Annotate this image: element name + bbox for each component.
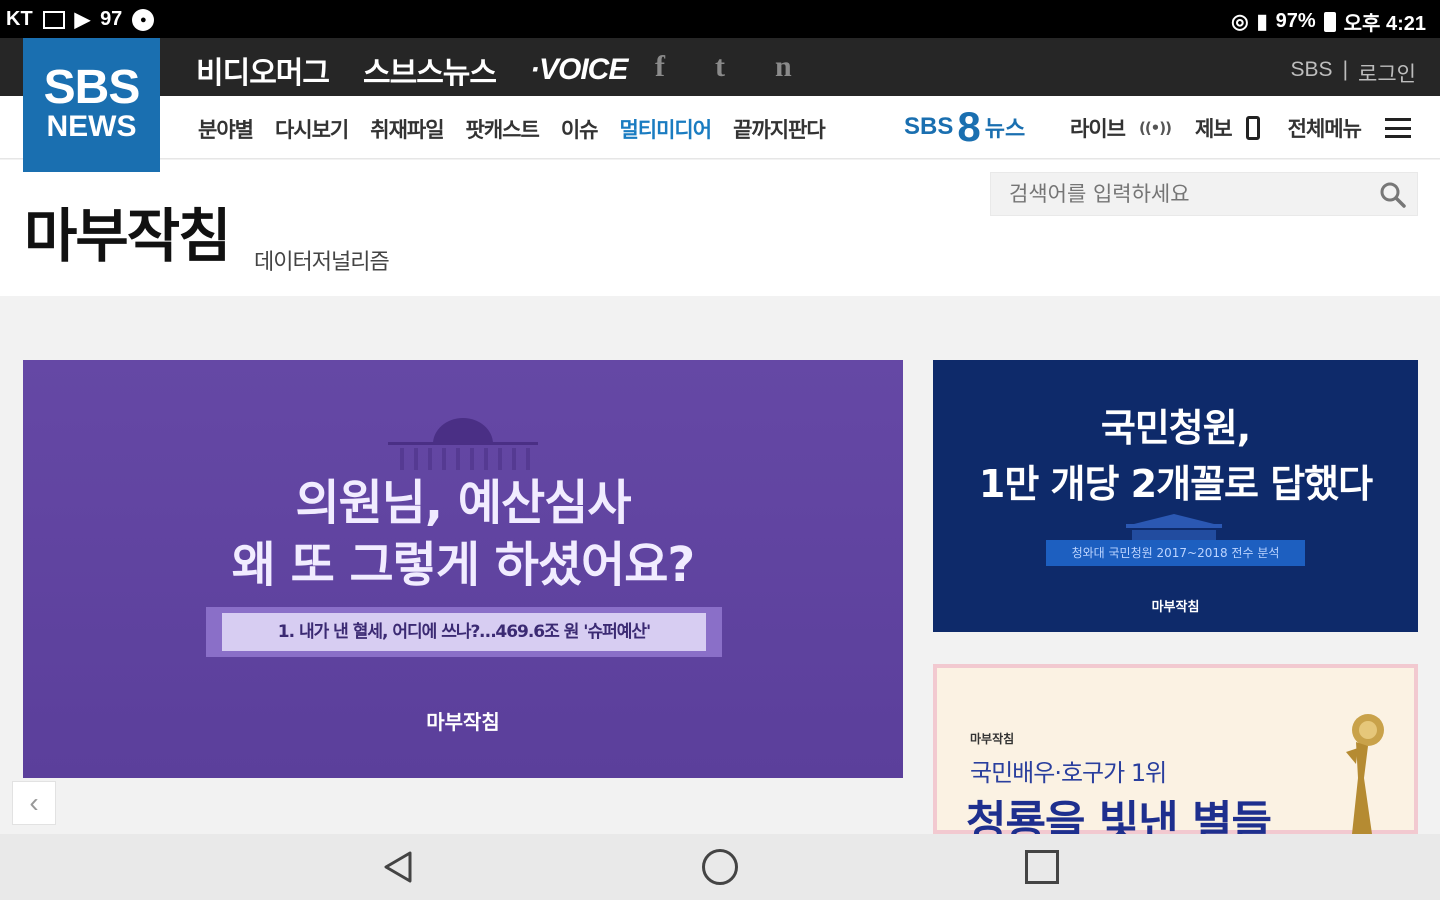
blue-dragon-card-brand: 마부작침 [970, 732, 1015, 746]
facebook-icon[interactable]: f [655, 50, 665, 84]
category-menu: 분야별 다시보기 취재파일 팟캐스트 이슈 멀티미디어 끝까지판다 [198, 114, 826, 144]
live-broadcast-icon[interactable]: ((•)) [1139, 119, 1172, 137]
trophy-icon [1346, 714, 1384, 834]
vibrate-icon: ◎ [1231, 11, 1249, 33]
all-menu-link[interactable]: 전체메뉴 [1288, 113, 1362, 143]
category-multimedia[interactable]: 멀티미디어 [619, 114, 712, 144]
logo-sbs-text: SBS [43, 61, 141, 114]
category-issue[interactable]: 이슈 [561, 114, 599, 144]
naver-post-icon[interactable]: n [775, 50, 792, 84]
battery-label: 97% [1275, 10, 1316, 32]
carrier-label: KT [6, 8, 33, 30]
petition-card-brand: 마부작침 [1151, 600, 1200, 615]
blue-house-icon [1126, 514, 1222, 540]
category-investigation[interactable]: 끝까지판다 [733, 114, 826, 144]
right-menu: 라이브 ((•)) 제보 전체메뉴 [1070, 113, 1411, 143]
hero-headline-line1: 의원님, 예산심사 [295, 475, 631, 531]
hero-headline: 의원님, 예산심사 왜 또 그렇게 하셨어요? [23, 472, 903, 596]
recent-apps-icon[interactable] [1025, 850, 1059, 884]
category-replay[interactable]: 다시보기 [275, 114, 349, 144]
category-reporter-file[interactable]: 취재파일 [370, 114, 444, 144]
clock: 오후 4:21 [1343, 13, 1426, 35]
logo-news-text: NEWS [46, 110, 137, 143]
blue-dragon-card-subtitle: 국민배우·호구가 1위 [970, 759, 1167, 787]
hero-caption: 1. 내가 낸 혈세, 어디에 쓰나?…469.6조 원 '슈퍼예산' [222, 613, 706, 651]
category-podcast[interactable]: 팟캐스트 [466, 114, 540, 144]
gallery-icon [42, 10, 65, 29]
hamburger-menu-icon[interactable] [1384, 118, 1411, 138]
category-by-field[interactable]: 분야별 [198, 114, 254, 144]
assembly-dome-icon [388, 418, 538, 470]
page-subtitle: 데이터저널리즘 [254, 250, 390, 275]
search-input[interactable] [991, 173, 1371, 215]
hero-headline-line2: 왜 또 그렇게 하셨어요? [231, 537, 695, 593]
report-link[interactable]: 제보 [1195, 113, 1233, 143]
notification-count: 97 [100, 8, 123, 30]
hero-brand-logo: 마부작침 [426, 710, 500, 734]
back-icon[interactable] [383, 850, 413, 884]
play-store-icon: ▶ [74, 9, 91, 31]
sbs8-suffix: 뉴스 [984, 117, 1026, 142]
sbs8-prefix: SBS [904, 113, 954, 140]
live-link[interactable]: 라이브 [1070, 113, 1126, 143]
status-bar: KT ▶ 97 ● ◎ ▮ 97% 오후 4:21 [0, 0, 1440, 38]
petition-card-line1: 국민청원, [1100, 406, 1251, 450]
social-links: f t n [655, 50, 792, 84]
sbs8-number: 8 [957, 103, 981, 150]
brand-videomug-link[interactable]: 비디오머그 [196, 48, 330, 92]
login-link[interactable]: 로그인 [1358, 58, 1416, 88]
petition-card-line2: 1만 개당 2개꼴로 답했다 [978, 462, 1373, 506]
brand-voice-link[interactable]: ·VOICE [530, 53, 628, 87]
twitter-icon[interactable]: t [715, 50, 725, 84]
search-box [990, 172, 1418, 216]
page-title: 마부작침 [24, 202, 231, 270]
brand-subsnews-link[interactable]: 스브스뉴스 [363, 48, 497, 92]
battery-icon [1323, 11, 1336, 32]
carousel-prev-button[interactable]: ‹ [12, 781, 56, 825]
home-icon[interactable] [702, 849, 738, 885]
top-links: SBS | 로그인 [1291, 58, 1416, 88]
brand-links: 비디오머그 스브스뉴스 ·VOICE [196, 48, 628, 92]
signal-icon: ▮ [1256, 11, 1268, 33]
petition-card-headline: 국민청원, 1만 개당 2개꼴로 답했다 [933, 400, 1418, 512]
petition-card-caption: 청와대 국민청원 2017~2018 전수 분석 [1046, 540, 1305, 566]
search-icon[interactable] [1379, 181, 1407, 209]
app-badge-icon: ● [132, 8, 155, 31]
top-links-separator: | [1342, 58, 1349, 81]
sbs-news-logo[interactable]: SBS NEWS [23, 38, 160, 172]
sbs-link[interactable]: SBS [1291, 58, 1333, 88]
sbs8-news-link[interactable]: SBS 8 뉴스 [904, 106, 1025, 148]
phone-icon[interactable] [1245, 116, 1260, 140]
